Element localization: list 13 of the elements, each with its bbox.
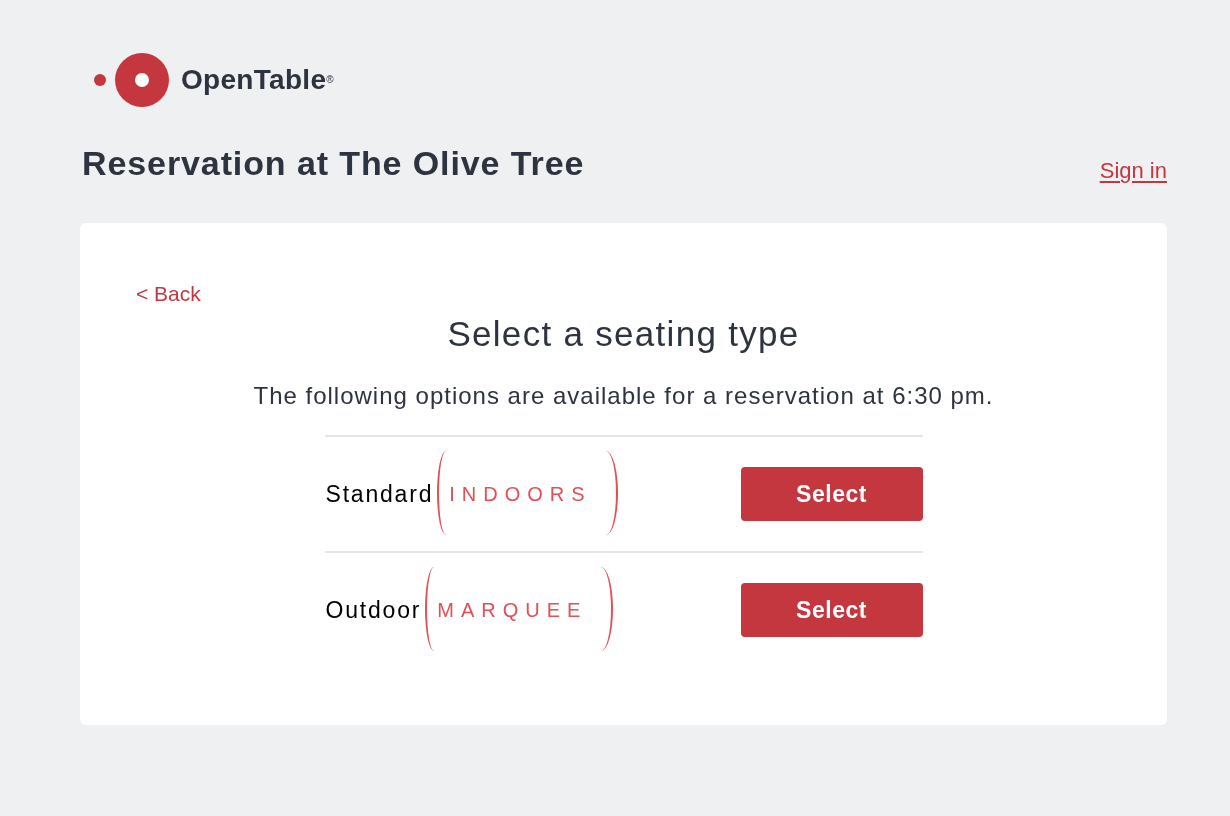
description-text: The following options are available for a reservation at 6:30 pm. [253,381,994,411]
seating-label: Outdoor [324,596,422,624]
sign-in-link[interactable]: Sign in [1099,158,1167,184]
seating-label: Standard [324,480,434,508]
logo-wordmark: OpenTable$^{®}$ [181,64,334,96]
ring-logo-icon [93,53,169,107]
select-button[interactable]: Select [740,583,923,637]
page-title: Reservation at The Olive Tree [82,143,585,183]
select-button[interactable]: Select [740,467,923,521]
handwritten-note: INDOORS [435,451,620,537]
back-link[interactable]: < Back [136,281,201,307]
section-heading: Select a seating type [447,313,800,355]
handwritten-note: MARQUEE [423,567,616,653]
